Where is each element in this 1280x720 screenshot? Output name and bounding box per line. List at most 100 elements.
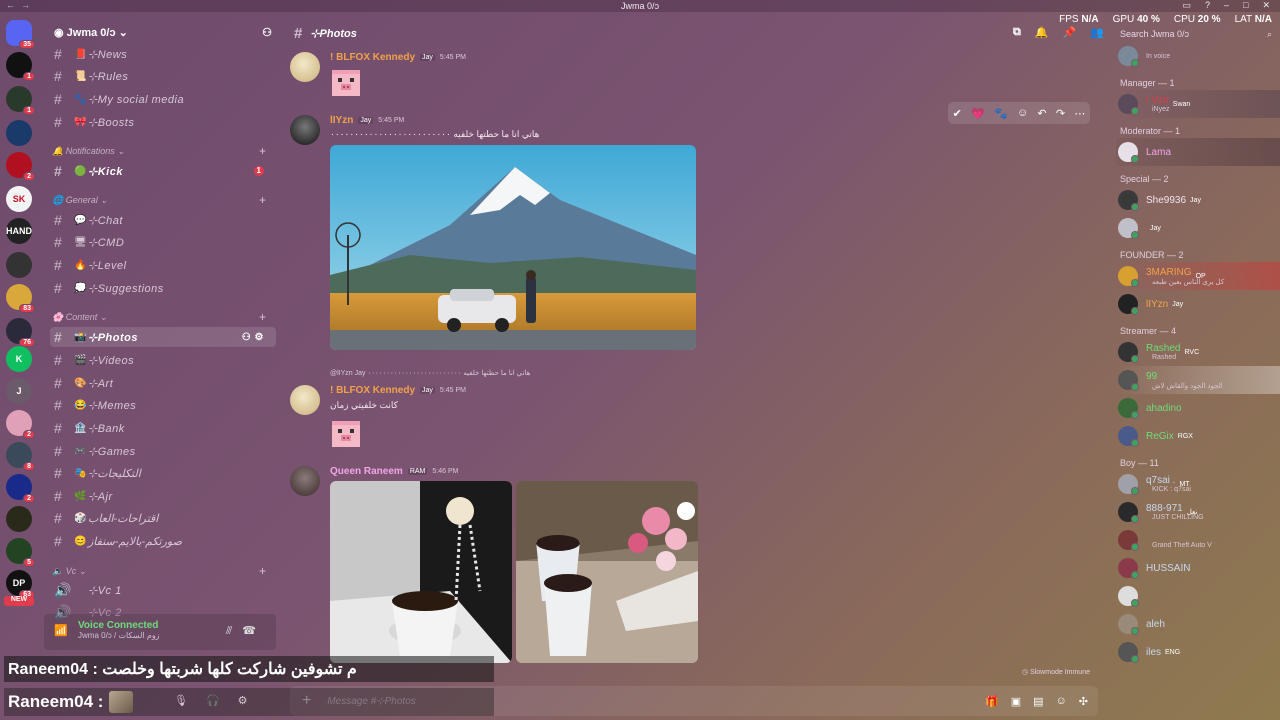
inbox-icon[interactable]: ▭ [1182,0,1191,11]
category-content[interactable]: 🌸 Content ⌄ + [52,310,274,324]
server-icon[interactable] [6,506,32,532]
member-row[interactable]: aleh [1118,612,1278,636]
channel-photos[interactable]: # 📸 ⊹Photos ⚇ ⚙ [50,327,276,347]
channel-bank[interactable]: # 🏦 ⊹Bank [50,418,276,438]
close-icon[interactable]: ✕ [1262,0,1270,11]
server-icon[interactable]: 1 [6,52,35,81]
category-general[interactable]: 🌐 General ⌄ + [52,193,274,207]
emoji-icon[interactable]: ☺ [1056,695,1067,708]
avatar[interactable] [290,466,320,496]
server-icon[interactable] [6,120,32,146]
mount-fuji-image[interactable] [330,145,696,350]
iced-coffee-flowers-image[interactable] [516,481,698,663]
channel-boosts[interactable]: # 🎀 ⊹Boosts [50,112,276,132]
reply-icon[interactable]: ↶ [1037,107,1046,120]
member-row[interactable]: HUSSAIN [1118,556,1278,580]
server-icon[interactable]: DP 63 [6,570,35,599]
server-icon[interactable]: 76 [6,318,35,347]
channel-kick[interactable]: # 🟢 ⊹Kick 1 [50,161,276,181]
threads-icon[interactable]: ⧉ [1013,26,1021,39]
category-vc[interactable]: 🔈 Vc ⌄ + [52,564,274,578]
microphone-icon[interactable]: 🎙 [174,694,188,707]
help-icon[interactable]: ? [1205,0,1210,11]
channel-social-media[interactable]: # 🐾 ⊹My social media [50,89,276,109]
heart-reaction-icon[interactable]: 💗 [971,107,985,120]
server-icon[interactable]: 5 [6,538,35,567]
member-row[interactable]: ! Vzn Swan iNyez [1116,90,1280,118]
channel-takleejat[interactable]: # 🎭 ⊹التكليجات [50,463,276,483]
server-icon[interactable] [6,252,32,278]
pin-icon[interactable]: 📌 [1063,26,1077,39]
settings-gear-icon[interactable]: ⚙ [238,694,248,707]
member-row[interactable]: Jay [1118,216,1278,240]
channel-cmd[interactable]: # 🖥 ⊹CMD [50,232,276,252]
coffee-bag-image[interactable] [330,481,512,663]
server-icon[interactable]: 2 [6,410,35,439]
server-icon[interactable]: J [6,378,32,404]
channel-ajr[interactable]: # 🌿 ⊹Ajr [50,486,276,506]
headphones-icon[interactable]: 🎧 [206,694,220,707]
username[interactable]: Queen Raneem [330,466,403,477]
apps-icon[interactable]: ✣ [1079,695,1088,708]
reply-reference[interactable]: @lIYzn Jay هاتي انا ما حطتها خلفيه ٠٠٠٠٠… [330,369,530,377]
username[interactable]: ! BLFOX Kennedy [330,52,415,63]
channel-game-suggestions[interactable]: # 🎲 اقتراحات-العاب [50,508,276,528]
paw-reaction-icon[interactable]: 🐾 [994,107,1008,120]
add-reaction-icon[interactable]: ☺ [1017,107,1028,119]
server-icon[interactable]: K [6,346,32,372]
add-channel-icon[interactable]: + [259,144,266,158]
add-channel-icon[interactable]: + [259,564,266,578]
member-row[interactable]: iles ENG [1118,640,1278,664]
server-icon[interactable]: 8 [6,442,35,471]
member-row[interactable]: 3MARING OP كل يرى الناس بعين طبعه [1116,262,1280,290]
channel-memes[interactable]: # 😂 ⊹Memes [50,395,276,415]
channel-rules[interactable]: # 📜 ⊹Rules [50,66,276,86]
forward-icon[interactable]: ↷ [1056,107,1065,120]
minimize-icon[interactable]: – [1224,0,1229,11]
channel-chat[interactable]: # 💬 ⊹Chat [50,210,276,230]
avatar[interactable] [290,385,320,415]
member-row[interactable]: q7sai . MT KICK : q7sai [1118,472,1278,496]
server-icon[interactable]: 1 [6,86,35,115]
member-row[interactable]: She9936 Jay [1118,188,1278,212]
username[interactable]: lIYzn [330,115,353,126]
sticker-icon[interactable]: ▤ [1033,695,1043,708]
more-icon[interactable]: ⋯ [1074,107,1085,120]
avatar[interactable] [290,52,320,82]
channel-art[interactable]: # 🎨 ⊹Art [50,373,276,393]
server-icon[interactable]: 35 [6,20,35,49]
category-notifications[interactable]: 🔔 Notifications ⌄ + [52,144,274,158]
member-row[interactable]: Grand Theft Auto V [1118,528,1278,552]
member-list-icon[interactable]: 👥 [1090,26,1104,39]
member-row[interactable]: lIYzn Jay [1118,292,1278,316]
member-row[interactable]: Lama [1116,138,1280,166]
server-icon[interactable]: 83 [6,284,35,313]
server-icon[interactable]: 2 [6,474,35,503]
server-icon[interactable]: SK [6,186,32,212]
reaction-quick-icon[interactable]: ✔ [953,107,962,120]
member-row[interactable]: ReGix RGX [1118,424,1278,448]
bell-icon[interactable]: 🔔 [1035,26,1049,39]
gif-icon[interactable]: ▣ [1011,695,1021,708]
maximize-icon[interactable]: □ [1243,0,1248,11]
add-channel-icon[interactable]: + [259,193,266,207]
channel-videos[interactable]: # 🎬 ⊹Videos [50,350,276,370]
channel-suggestions[interactable]: # 💭 ⊹Suggestions [50,278,276,298]
channel-settings-icon[interactable]: ⚇ ⚙ [242,332,264,343]
voice-channel-1[interactable]: 🔊 ⊹Vc 1 [50,580,276,600]
disconnect-icon[interactable]: ☎ [242,625,266,637]
username[interactable]: ! BLFOX Kennedy [330,385,415,396]
server-icon[interactable]: HAND [6,218,32,244]
channel-level[interactable]: # 🔥 ⊹Level [50,255,276,275]
channel-games[interactable]: # 🎮 ⊹Games [50,441,276,461]
avatar[interactable] [290,115,320,145]
member-row[interactable] [1118,584,1278,608]
member-row[interactable]: 888-971 نعل JUST CHILLING [1118,500,1278,524]
noise-suppression-icon[interactable]: ⫻ [226,625,243,637]
member-in-voice[interactable]: In voice [1118,44,1278,68]
member-row[interactable]: 99 الجود الجود والقاش لاش [1116,366,1280,394]
gift-icon[interactable]: 🎁 [985,695,999,708]
search-input[interactable]: Search Jwma 0/ɔ ⌕ [1114,26,1278,42]
member-row[interactable]: ahadino [1118,396,1278,420]
add-channel-icon[interactable]: + [259,310,266,324]
